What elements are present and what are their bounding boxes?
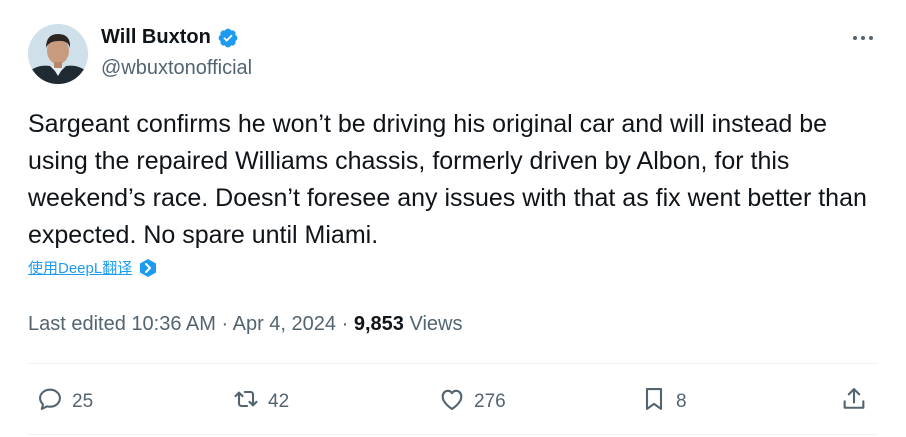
views-label: Views xyxy=(409,313,463,335)
tweet-text: Sargeant confirms he won’t be driving hi… xyxy=(28,110,874,249)
tweet-card: Will Buxton @wbuxtonofficial Sargeant co… xyxy=(0,0,906,437)
meta-separator: · xyxy=(341,313,349,335)
reply-count: 25 xyxy=(72,391,94,412)
reply-button[interactable]: 25 xyxy=(36,380,93,424)
author-handle[interactable]: @wbuxtonofficial xyxy=(101,57,252,80)
avatar-image xyxy=(28,24,88,84)
more-icon[interactable] xyxy=(850,26,876,50)
like-count: 276 xyxy=(474,391,506,412)
author-name-row[interactable]: Will Buxton xyxy=(101,26,239,49)
divider xyxy=(28,363,878,364)
tweet-date[interactable]: Apr 4, 2024 xyxy=(233,313,336,335)
repost-count: 42 xyxy=(268,391,290,412)
like-button[interactable]: 276 xyxy=(438,380,506,424)
divider xyxy=(28,434,878,435)
tweet-meta: Last edited 10:36 AM · Apr 4, 2024 · 9,8… xyxy=(28,313,462,336)
bookmark-count: 8 xyxy=(676,391,687,412)
like-icon[interactable] xyxy=(438,385,466,419)
views-count: 9,853 xyxy=(353,313,404,335)
edited-prefix[interactable]: Last edited xyxy=(28,313,126,335)
bookmark-button[interactable]: 8 xyxy=(640,380,687,424)
avatar[interactable] xyxy=(28,24,88,84)
translate-link[interactable]: 使用DeepL翻译 xyxy=(28,257,158,278)
verified-badge-icon[interactable] xyxy=(217,27,239,49)
share-icon[interactable] xyxy=(840,385,868,419)
reply-icon[interactable] xyxy=(36,385,64,419)
translate-label[interactable]: 使用DeepL翻译 xyxy=(28,257,132,278)
author-display-name[interactable]: Will Buxton xyxy=(101,26,211,49)
deepl-icon[interactable] xyxy=(138,258,158,278)
repost-icon[interactable] xyxy=(232,385,260,419)
repost-button[interactable]: 42 xyxy=(232,380,289,424)
meta-separator: · xyxy=(221,313,229,335)
share-button[interactable] xyxy=(840,380,868,424)
action-bar: 25 42 276 8 xyxy=(28,380,878,424)
tweet-time[interactable]: 10:36 AM xyxy=(131,313,216,335)
bookmark-icon[interactable] xyxy=(640,385,668,419)
